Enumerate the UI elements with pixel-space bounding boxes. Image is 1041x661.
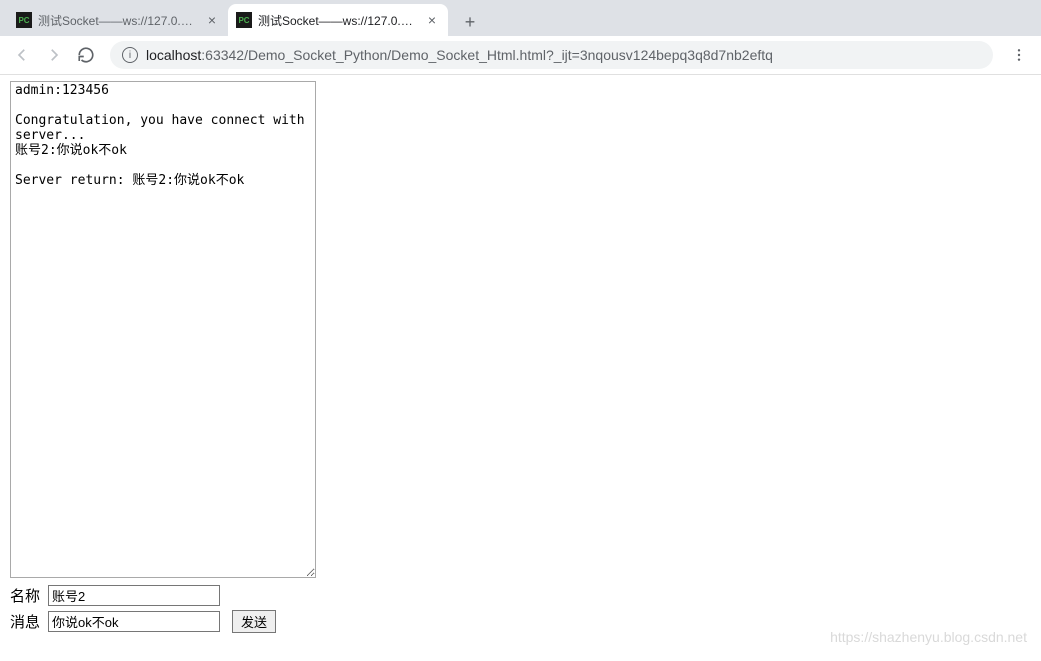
tab-inactive[interactable]: PC 测试Socket——ws://127.0.0.1:8 × bbox=[8, 4, 228, 36]
toolbar: i localhost:63342/Demo_Socket_Python/Dem… bbox=[0, 36, 1041, 75]
send-button[interactable]: 发送 bbox=[232, 610, 276, 633]
pycharm-favicon-icon: PC bbox=[236, 12, 252, 28]
name-input[interactable] bbox=[48, 585, 220, 606]
back-button[interactable] bbox=[8, 41, 36, 69]
tab-active[interactable]: PC 测试Socket——ws://127.0.0.1:8 × bbox=[228, 4, 448, 36]
page-content: 名称 消息 发送 bbox=[0, 75, 1041, 639]
address-bar[interactable]: i localhost:63342/Demo_Socket_Python/Dem… bbox=[110, 41, 993, 69]
browser-menu-button[interactable] bbox=[1005, 41, 1033, 69]
site-info-icon[interactable]: i bbox=[122, 47, 138, 63]
name-label: 名称 bbox=[10, 585, 44, 606]
new-tab-button[interactable]: + bbox=[456, 8, 484, 36]
tab-title: 测试Socket——ws://127.0.0.1:8 bbox=[258, 12, 418, 29]
close-icon[interactable]: × bbox=[204, 12, 220, 28]
reload-button[interactable] bbox=[72, 41, 100, 69]
name-row: 名称 bbox=[10, 585, 1031, 606]
tab-bar: PC 测试Socket——ws://127.0.0.1:8 × PC 测试Soc… bbox=[0, 0, 1041, 36]
message-row: 消息 发送 bbox=[10, 610, 1031, 633]
pycharm-favicon-icon: PC bbox=[16, 12, 32, 28]
tab-title: 测试Socket——ws://127.0.0.1:8 bbox=[38, 12, 198, 29]
url-text: localhost:63342/Demo_Socket_Python/Demo_… bbox=[146, 47, 773, 63]
forward-button[interactable] bbox=[40, 41, 68, 69]
browser-chrome: PC 测试Socket——ws://127.0.0.1:8 × PC 测试Soc… bbox=[0, 0, 1041, 75]
message-label: 消息 bbox=[10, 611, 44, 632]
log-textarea[interactable] bbox=[10, 81, 316, 578]
message-input[interactable] bbox=[48, 611, 220, 632]
close-icon[interactable]: × bbox=[424, 12, 440, 28]
